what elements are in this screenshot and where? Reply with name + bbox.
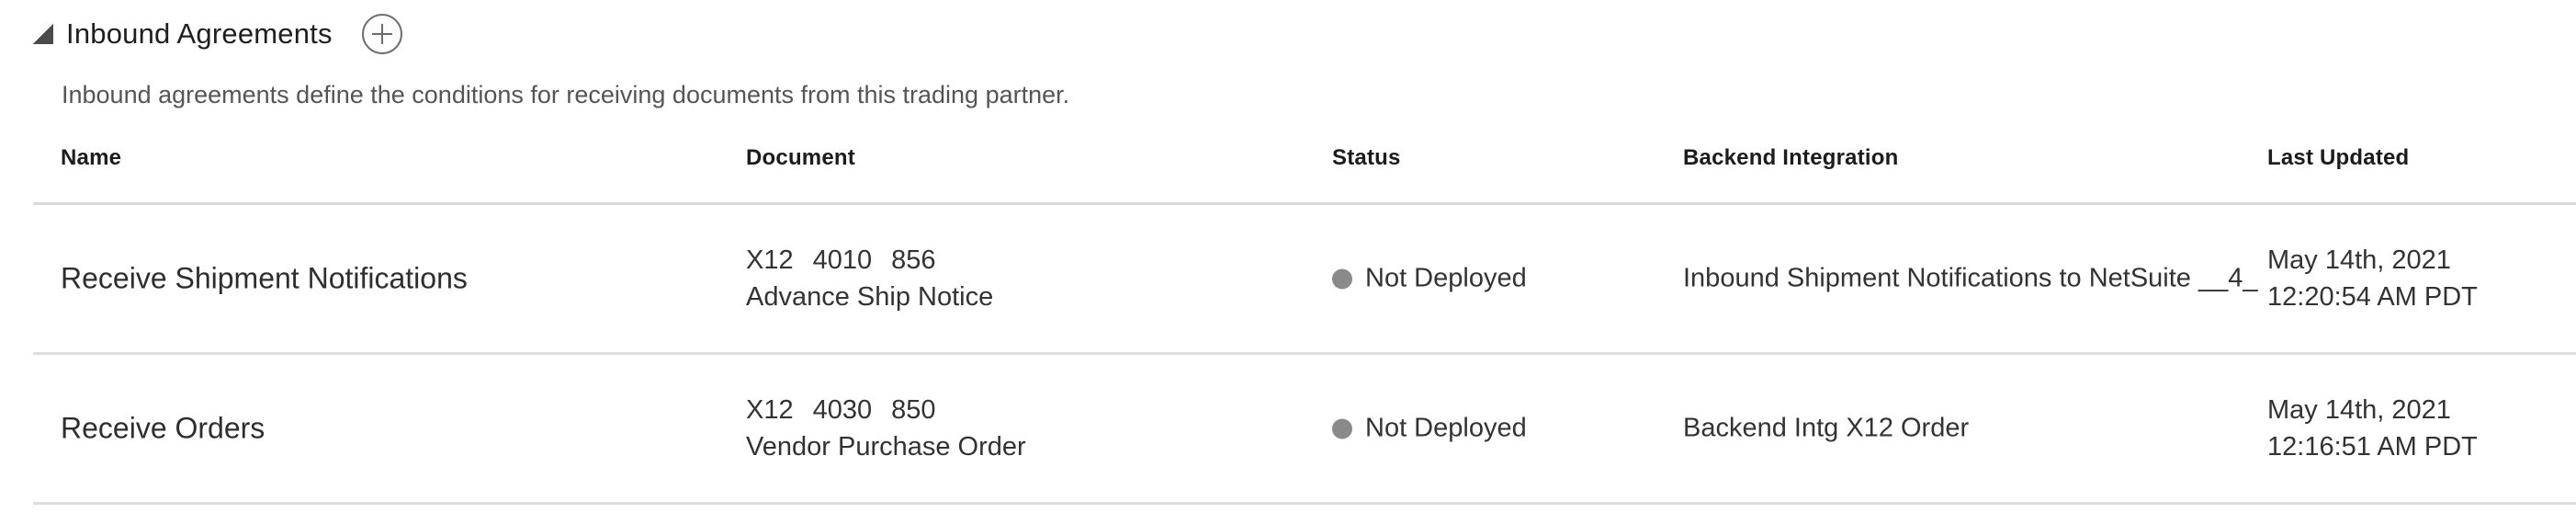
section-header: Inbound Agreements: [33, 11, 402, 57]
last-updated-cell: May 14th, 2021 12:20:54 AM PDT: [2267, 242, 2478, 315]
document-cell: X12 4030 850 Vendor Purchase Order: [746, 392, 1026, 465]
status-dot-icon: [1332, 418, 1352, 439]
agreement-name[interactable]: Receive Shipment Notifications: [61, 262, 468, 296]
backend-integration: Inbound Shipment Notifications to NetSui…: [1683, 263, 2258, 293]
agreements-table: Name Document Status Backend Integration…: [33, 129, 2576, 505]
add-agreement-button[interactable]: [361, 14, 402, 54]
doc-version: 4030: [812, 395, 873, 425]
agreement-name[interactable]: Receive Orders: [61, 412, 265, 446]
doc-description: Vendor Purchase Order: [746, 432, 1026, 462]
collapse-triangle-icon[interactable]: [33, 24, 53, 44]
status-cell: Not Deployed: [1332, 264, 1527, 294]
last-updated-cell: May 14th, 2021 12:16:51 AM PDT: [2267, 392, 2478, 465]
updated-time: 12:16:51 AM PDT: [2267, 432, 2478, 462]
column-header-backend[interactable]: Backend Integration: [1683, 145, 1899, 171]
column-header-name[interactable]: Name: [61, 145, 121, 171]
doc-type: 856: [891, 245, 936, 275]
document-codes: X12 4010 856: [746, 242, 993, 279]
status-label: Not Deployed: [1365, 263, 1527, 293]
updated-date: May 14th, 2021: [2267, 245, 2451, 275]
table-row[interactable]: Receive Shipment Notifications X12 4010 85…: [33, 205, 2576, 355]
document-cell: X12 4010 856 Advance Ship Notice: [746, 242, 993, 315]
status-cell: Not Deployed: [1332, 414, 1527, 444]
doc-standard: X12: [746, 395, 794, 425]
updated-time: 12:20:54 AM PDT: [2267, 282, 2478, 312]
doc-standard: X12: [746, 245, 794, 275]
status-label: Not Deployed: [1365, 413, 1527, 443]
column-header-status[interactable]: Status: [1332, 145, 1401, 171]
updated-date: May 14th, 2021: [2267, 395, 2451, 425]
document-codes: X12 4030 850: [746, 392, 1026, 428]
backend-integration: Backend Intg X12 Order: [1683, 413, 1970, 443]
section-description: Inbound agreements define the conditions…: [62, 81, 1070, 108]
table-header: Name Document Status Backend Integration…: [33, 129, 2576, 205]
section-title: Inbound Agreements: [66, 17, 333, 50]
status-dot-icon: [1332, 268, 1352, 289]
doc-description: Advance Ship Notice: [746, 282, 994, 312]
column-header-last-updated[interactable]: Last Updated: [2267, 145, 2409, 171]
table-row[interactable]: Receive Orders X12 4030 850 Vendor Purchas…: [33, 355, 2576, 505]
doc-version: 4010: [812, 245, 873, 275]
column-header-document[interactable]: Document: [746, 145, 855, 171]
plus-icon: [371, 24, 392, 44]
doc-type: 850: [891, 395, 936, 425]
